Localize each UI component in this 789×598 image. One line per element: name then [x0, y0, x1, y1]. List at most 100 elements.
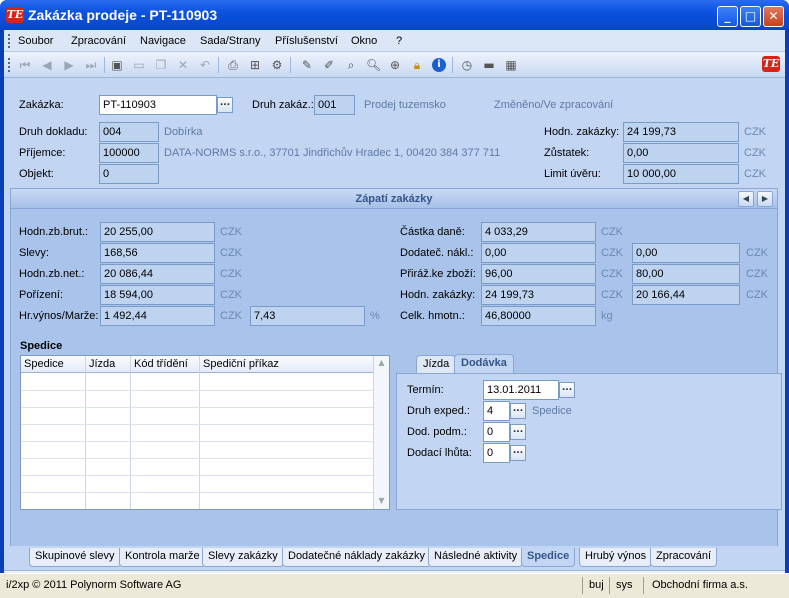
print-icon[interactable]: ⎙ [226, 58, 240, 72]
panel-right-icon[interactable]: ▶ [757, 191, 773, 207]
hodn-zb-net-field: 20 086,44 [100, 264, 215, 284]
last-record-icon[interactable]: ⏭ [84, 58, 98, 72]
zakazka-lookup-button[interactable]: ... [217, 97, 233, 113]
druh-dokladu-field[interactable]: 004 [99, 122, 159, 142]
druh-dokladu-label: Druh dokladu: [19, 126, 88, 138]
tab-nasledne-aktivity[interactable]: Následné aktivity [428, 548, 524, 567]
currency-unit: CZK [746, 268, 768, 280]
menu-soubor[interactable]: Soubor [18, 35, 53, 47]
truck-icon[interactable]: ▬ [482, 58, 496, 72]
new-icon[interactable]: ▭ [132, 58, 146, 72]
column-header-spedice[interactable]: Spedice [24, 358, 64, 370]
hodn-zb-brut-label: Hodn.zb.brut.: [19, 226, 89, 238]
scroll-up-icon[interactable]: ▲ [376, 358, 387, 369]
tab-hruby-vynos[interactable]: Hrubý výnos [579, 548, 653, 567]
prijemce-field[interactable]: 100000 [99, 143, 159, 163]
tab-slevy-zakazky[interactable]: Slevy zakázky [202, 548, 284, 567]
hodn-zb-brut-field: 20 255,00 [100, 222, 215, 242]
hodn-zak-label: Hodn. zakázky: [400, 289, 476, 301]
minimize-button[interactable]: _ [717, 6, 738, 27]
menu-sada-strany[interactable]: Sada/Strany [200, 35, 261, 47]
tab-dodatecne-naklady[interactable]: Dodatečné náklady zakázky [282, 548, 431, 567]
menu-okno[interactable]: Okno [351, 35, 377, 47]
tab-kontrola-marze[interactable]: Kontrola marže [119, 548, 206, 567]
termin-picker-button[interactable]: ... [559, 382, 575, 398]
druh-exped-input[interactable]: 4 [483, 401, 510, 421]
zustatek-field: 0,00 [623, 143, 739, 163]
druh-exped-label: Druh exped.: [407, 405, 470, 417]
footer-panel-header: Zápatí zakázky ◀ ▶ [11, 189, 777, 209]
grid-column-divider [85, 356, 86, 509]
tab-jizda[interactable]: Jízda [416, 355, 457, 373]
hodn-zakazky-field: 24 199,73 [623, 122, 739, 142]
settings-icon[interactable]: ⚙ [270, 58, 284, 72]
title-bar[interactable]: TE Zakázka prodeje - PT-110903 _ □ ✕ [0, 0, 789, 30]
edit-icon[interactable]: ✎ [300, 58, 314, 72]
currency-unit: CZK [220, 268, 242, 280]
celk-hmotn-label: Celk. hmotn.: [400, 310, 465, 322]
lock-icon[interactable]: 🔒︎ [410, 58, 424, 72]
grid-scrollbar[interactable]: ▲ ▼ [373, 356, 389, 509]
undo-icon[interactable]: ↶ [198, 58, 212, 72]
table-row [21, 475, 374, 476]
find-icon[interactable]: ⌕ [344, 58, 358, 72]
currency-unit: CZK [220, 289, 242, 301]
dodaci-lhuta-input[interactable]: 0 [483, 443, 510, 463]
dodaci-lhuta-lookup-button[interactable]: ... [510, 445, 526, 461]
objekt-field[interactable]: 0 [99, 164, 159, 184]
save-icon[interactable]: ▣ [110, 58, 124, 72]
dodatec-nakl-net-field: 0,00 [632, 243, 740, 263]
druh-exped-lookup-button[interactable]: ... [510, 403, 526, 419]
detail-tabs: Jízda Dodávka Termín: 13.01.2011 ... Dru… [396, 354, 782, 510]
table-row [21, 441, 374, 442]
currency-unit: CZK [746, 289, 768, 301]
column-header-jizda[interactable]: Jízda [89, 358, 115, 370]
tab-skupinove-slevy[interactable]: Skupinové slevy [29, 548, 121, 567]
status-separator [582, 577, 583, 594]
currency-unit: CZK [220, 226, 242, 238]
prijemce-text: DATA-NORMS s.r.o., 37701 Jindřichův Hrad… [164, 147, 501, 159]
panel-left-icon[interactable]: ◀ [738, 191, 754, 207]
pen-icon[interactable]: ✐ [322, 58, 336, 72]
menu-zpracovani[interactable]: Zpracování [71, 35, 126, 47]
menu-grip[interactable] [8, 34, 11, 48]
column-header-spedicni-prikaz[interactable]: Spediční příkaz [203, 358, 279, 370]
toolbar-separator [218, 57, 219, 73]
druh-zakaz-field[interactable]: 001 [314, 95, 355, 115]
currency-unit: CZK [744, 168, 766, 180]
dod-podm-lookup-button[interactable]: ... [510, 424, 526, 440]
currency-unit: CZK [744, 147, 766, 159]
currency-unit: CZK [601, 247, 623, 259]
close-button[interactable]: ✕ [763, 6, 784, 27]
dod-podm-input[interactable]: 0 [483, 422, 510, 442]
copy-icon[interactable]: ❐ [154, 58, 168, 72]
limit-uveru-label: Limit úvěru: [544, 168, 601, 180]
zakazka-input[interactable]: PT-110903 [99, 95, 217, 115]
delete-icon[interactable]: ✕ [176, 58, 190, 72]
menu-navigace[interactable]: Navigace [140, 35, 186, 47]
window-title: Zakázka prodeje - PT-110903 [28, 7, 218, 23]
status-system: sys [616, 579, 633, 591]
previous-record-icon[interactable]: ◀ [40, 58, 54, 72]
castka-dane-label: Částka daně: [400, 226, 465, 238]
menu-prislusenstvi[interactable]: Příslušenství [275, 35, 338, 47]
column-header-kod-trideni[interactable]: Kód třídění [134, 358, 188, 370]
tab-dodavka[interactable]: Dodávka [454, 354, 514, 373]
termin-input[interactable]: 13.01.2011 [483, 380, 559, 400]
tab-zpracovani[interactable]: Zpracování [650, 548, 718, 567]
maximize-button[interactable]: □ [740, 6, 761, 27]
calculator-icon[interactable]: ▦ [504, 58, 518, 72]
tree-icon[interactable]: ⊞ [248, 58, 262, 72]
app-logo-icon: TE [6, 7, 24, 23]
search-icon[interactable]: 🔍︎ [366, 58, 381, 72]
zoom-icon[interactable]: ⊕ [388, 58, 402, 72]
scroll-down-icon[interactable]: ▼ [376, 496, 387, 507]
toolbar-grip[interactable] [8, 58, 11, 72]
tab-spedice[interactable]: Spedice [521, 548, 576, 567]
spedice-grid[interactable]: Spedice Jízda Kód třídění Spediční příka… [20, 355, 390, 510]
clock-icon[interactable]: ◷ [460, 58, 474, 72]
first-record-icon[interactable]: ⏮ [18, 58, 32, 72]
menu-help[interactable]: ? [396, 35, 402, 47]
next-record-icon[interactable]: ▶ [62, 58, 76, 72]
info-icon[interactable]: i [432, 58, 446, 72]
